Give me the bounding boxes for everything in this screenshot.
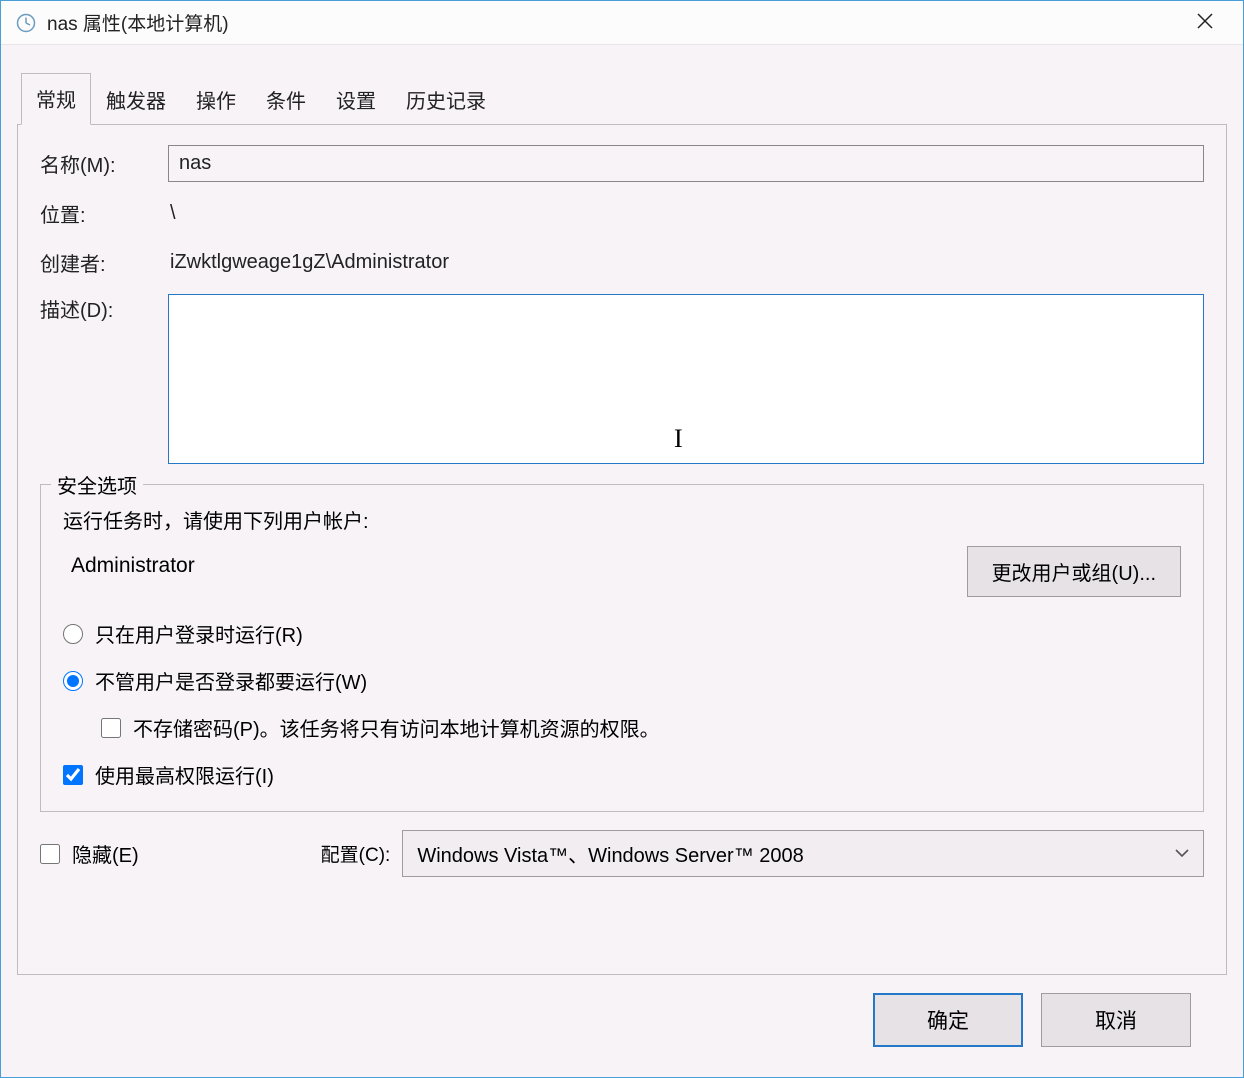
tabpanel-general: 名称(M): 位置: \ 创建者: iZwktlgweage1gZ\Admini… bbox=[17, 124, 1227, 975]
dialog-window: nas 属性(本地计算机) 常规 触发器 操作 条件 设置 历史记录 名称(M)… bbox=[0, 0, 1244, 1078]
description-textarea[interactable] bbox=[168, 294, 1204, 464]
window-title: nas 属性(本地计算机) bbox=[47, 9, 1175, 36]
titlebar: nas 属性(本地计算机) bbox=[1, 1, 1243, 45]
tab-actions[interactable]: 操作 bbox=[181, 75, 251, 125]
change-user-button[interactable]: 更改用户或组(U)... bbox=[967, 546, 1181, 597]
security-legend: 安全选项 bbox=[51, 470, 143, 499]
radio-any[interactable] bbox=[63, 671, 83, 691]
config-label: 配置(C): bbox=[321, 840, 391, 867]
highest-priv-checkbox[interactable] bbox=[63, 765, 83, 785]
chevron-down-icon bbox=[1175, 845, 1189, 863]
dialog-buttons: 确定 取消 bbox=[17, 975, 1227, 1067]
config-value: Windows Vista™、Windows Server™ 2008 bbox=[417, 839, 803, 868]
hidden-label: 隐藏(E) bbox=[72, 839, 139, 868]
hidden-row[interactable]: 隐藏(E) bbox=[40, 839, 139, 868]
close-button[interactable] bbox=[1175, 3, 1235, 43]
location-label: 位置: bbox=[40, 199, 168, 228]
close-icon bbox=[1197, 13, 1213, 33]
content-area: 常规 触发器 操作 条件 设置 历史记录 名称(M): 位置: \ 创建者: bbox=[1, 45, 1243, 1077]
security-groupbox: 安全选项 运行任务时，请使用下列用户帐户: Administrator 更改用户… bbox=[40, 484, 1204, 812]
radio-logged-on-row[interactable]: 只在用户登录时运行(R) bbox=[63, 619, 1181, 648]
clock-icon bbox=[15, 12, 37, 34]
tab-triggers[interactable]: 触发器 bbox=[91, 75, 181, 125]
tab-general[interactable]: 常规 bbox=[21, 73, 91, 125]
run-as-label: 运行任务时，请使用下列用户帐户: bbox=[63, 505, 369, 534]
location-value: \ bbox=[168, 196, 1204, 231]
tabstrip: 常规 触发器 操作 条件 设置 历史记录 bbox=[21, 75, 1227, 125]
no-store-pw-label: 不存储密码(P)。该任务将只有访问本地计算机资源的权限。 bbox=[133, 713, 660, 742]
author-value: iZwktlgweage1gZ\Administrator bbox=[168, 245, 1204, 280]
ok-button[interactable]: 确定 bbox=[873, 993, 1023, 1047]
name-input[interactable] bbox=[168, 145, 1204, 182]
tab-history[interactable]: 历史记录 bbox=[391, 75, 501, 125]
cancel-button[interactable]: 取消 bbox=[1041, 993, 1191, 1047]
account-value: Administrator bbox=[63, 546, 949, 597]
radio-any-row[interactable]: 不管用户是否登录都要运行(W) bbox=[63, 666, 1181, 695]
author-label: 创建者: bbox=[40, 248, 168, 277]
description-label: 描述(D): bbox=[40, 294, 168, 323]
no-store-pw-checkbox[interactable] bbox=[101, 718, 121, 738]
hidden-checkbox[interactable] bbox=[40, 844, 60, 864]
tab-conditions[interactable]: 条件 bbox=[251, 75, 321, 125]
no-store-pw-row[interactable]: 不存储密码(P)。该任务将只有访问本地计算机资源的权限。 bbox=[101, 713, 1181, 742]
name-label: 名称(M): bbox=[40, 149, 168, 178]
config-select[interactable]: Windows Vista™、Windows Server™ 2008 bbox=[402, 830, 1204, 877]
highest-priv-row[interactable]: 使用最高权限运行(I) bbox=[63, 760, 1181, 789]
radio-logged-on-label: 只在用户登录时运行(R) bbox=[95, 619, 303, 648]
radio-any-label: 不管用户是否登录都要运行(W) bbox=[95, 666, 367, 695]
tab-settings[interactable]: 设置 bbox=[321, 75, 391, 125]
radio-logged-on[interactable] bbox=[63, 624, 83, 644]
highest-priv-label: 使用最高权限运行(I) bbox=[95, 760, 274, 789]
